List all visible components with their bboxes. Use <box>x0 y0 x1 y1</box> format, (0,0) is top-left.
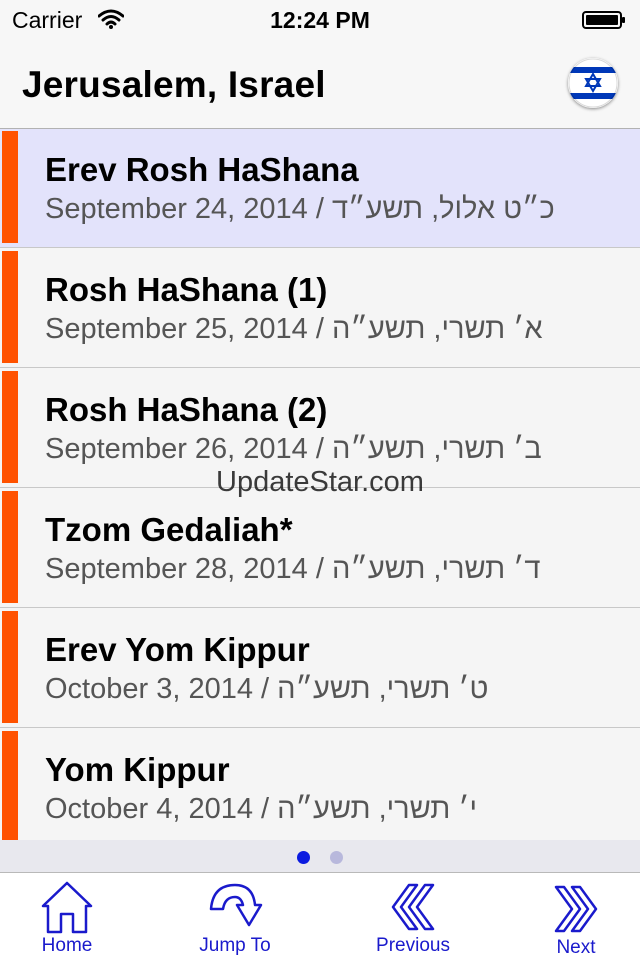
navigation-bar: Jerusalem, Israel <box>0 40 640 129</box>
holiday-name: Rosh HaShana (2) <box>45 391 328 428</box>
row-accent-bar <box>2 131 18 243</box>
battery-icon <box>582 11 625 29</box>
holiday-date: September 26, 2014 / ב׳ תשרי, תשע״ה <box>45 433 542 465</box>
holiday-row[interactable]: Tzom Gedaliah* September 28, 2014 / ד׳ תש… <box>0 489 640 608</box>
holiday-date: September 28, 2014 / ד׳ תשרי, תשע״ה <box>45 553 541 585</box>
row-accent-bar <box>2 611 18 723</box>
home-label: Home <box>41 935 93 956</box>
holiday-name: Erev Rosh HaShana <box>45 151 359 188</box>
holiday-name: Erev Yom Kippur <box>45 631 310 668</box>
jump-arrow-icon <box>209 883 263 927</box>
jump-to-button[interactable]: Jump To <box>186 873 284 961</box>
previous-label: Previous <box>376 935 450 956</box>
home-button[interactable]: Home <box>20 873 114 961</box>
holiday-name: Tzom Gedaliah* <box>45 511 293 548</box>
double-chevron-left-icon <box>391 883 435 931</box>
double-chevron-right-icon <box>554 885 598 933</box>
previous-button[interactable]: Previous <box>364 873 462 961</box>
location-flag-button[interactable] <box>568 58 618 108</box>
jump-to-label: Jump To <box>199 935 271 956</box>
holiday-date: September 24, 2014 / כ״ט אלול, תשע״ד <box>45 193 555 225</box>
holiday-list[interactable]: Erev Rosh HaShana September 24, 2014 / כ״… <box>0 129 640 840</box>
holiday-date: October 4, 2014 / י׳ תשרי, תשע״ה <box>45 793 478 825</box>
page-indicator[interactable] <box>0 840 640 872</box>
row-accent-bar <box>2 731 18 840</box>
bottom-toolbar: Home Jump To Previous Next <box>0 872 640 961</box>
clock: 12:24 PM <box>270 7 370 33</box>
row-accent-bar <box>2 491 18 603</box>
next-button[interactable]: Next <box>536 873 616 961</box>
holiday-row[interactable]: Erev Yom Kippur October 3, 2014 / ט׳ תשרי… <box>0 609 640 728</box>
row-accent-bar <box>2 371 18 483</box>
holiday-row[interactable]: Rosh HaShana (1) September 25, 2014 / א׳ … <box>0 249 640 368</box>
page-dot[interactable] <box>330 851 343 864</box>
holiday-name: Yom Kippur <box>45 751 230 788</box>
holiday-date: September 25, 2014 / א׳ תשרי, תשע״ה <box>45 313 543 345</box>
next-label: Next <box>556 937 596 958</box>
israel-flag-icon <box>568 58 618 108</box>
holiday-row[interactable]: Erev Rosh HaShana September 24, 2014 / כ״… <box>0 129 640 248</box>
holiday-date: October 3, 2014 / ט׳ תשרי, תשע״ה <box>45 673 489 705</box>
page-dot[interactable] <box>297 851 310 864</box>
holiday-row[interactable]: Rosh HaShana (2) September 26, 2014 / ב׳ … <box>0 369 640 488</box>
row-accent-bar <box>2 251 18 363</box>
holiday-row[interactable]: Yom Kippur October 4, 2014 / י׳ תשרי, תשע… <box>0 729 640 840</box>
holiday-name: Rosh HaShana (1) <box>45 271 328 308</box>
home-icon <box>41 881 93 934</box>
page-title: Jerusalem, Israel <box>22 64 326 105</box>
status-bar: Carrier 12:24 PM <box>0 0 640 40</box>
